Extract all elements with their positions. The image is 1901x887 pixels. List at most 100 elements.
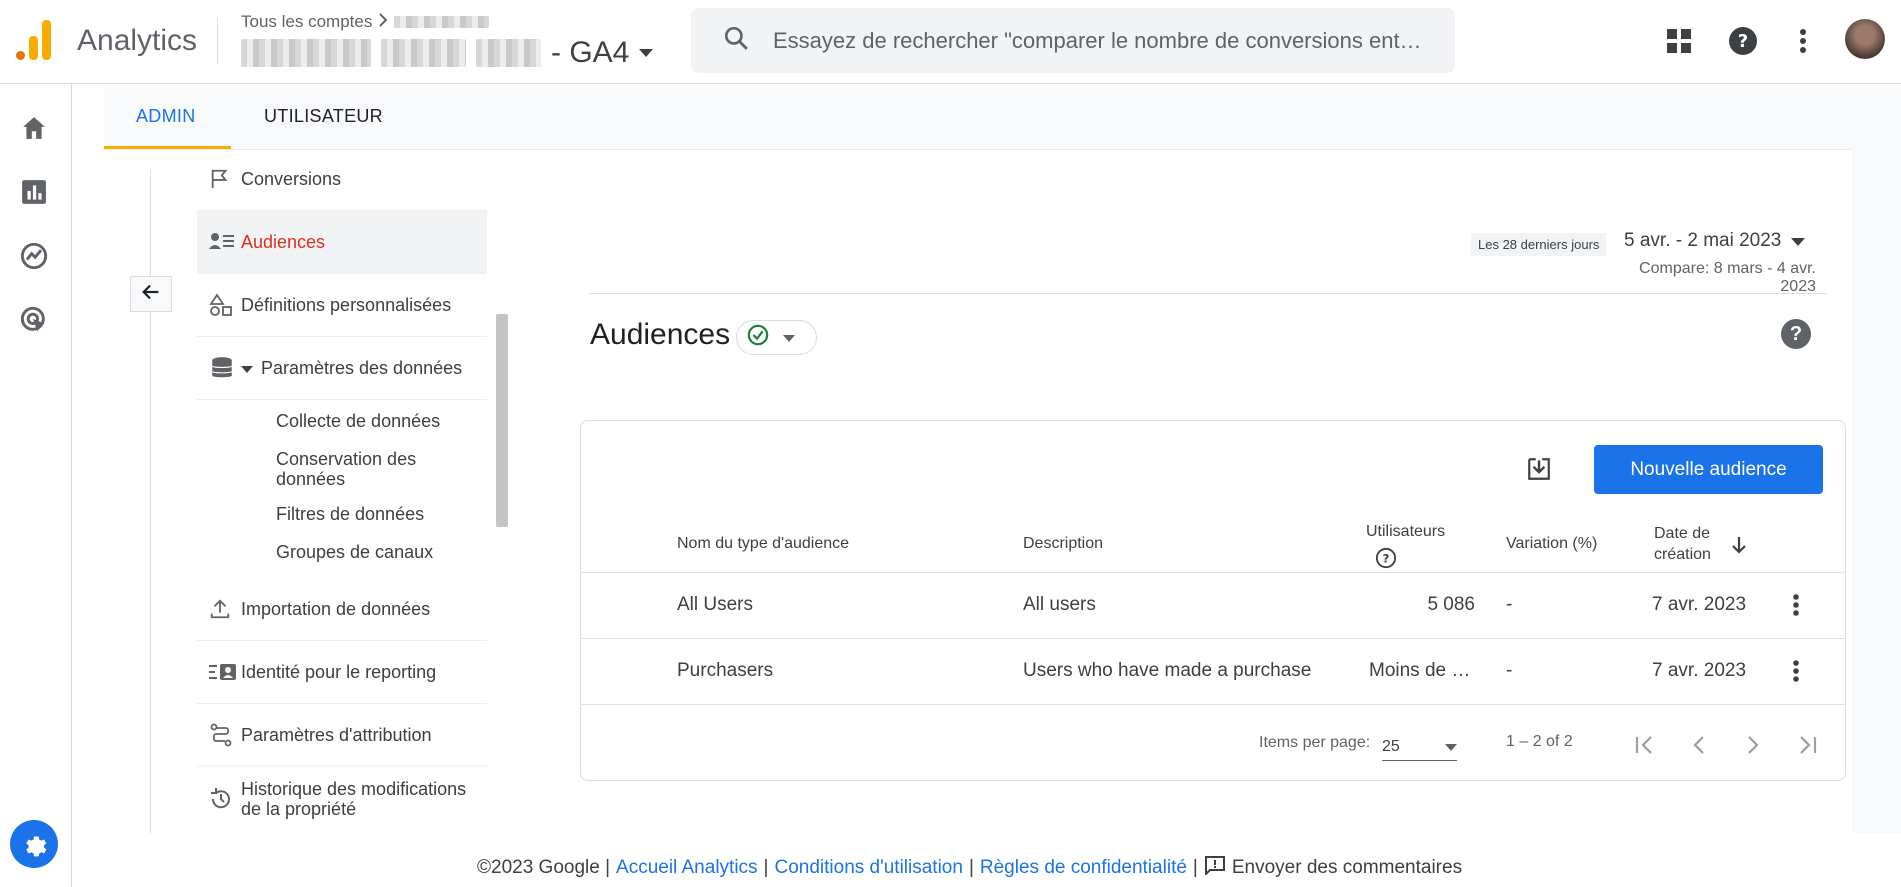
nav-item-label: Historique des modifications de la propr…	[241, 778, 467, 819]
page-title: Audiences	[590, 318, 731, 351]
page-help-icon[interactable]: ?	[1781, 319, 1811, 349]
status-dropdown[interactable]	[736, 320, 817, 355]
new-audience-button[interactable]: Nouvelle audience	[1594, 445, 1823, 494]
help-outline-icon[interactable]: ?	[1375, 547, 1445, 574]
footer-separator: |	[968, 857, 974, 878]
nav-item-data-settings[interactable]: Paramètres des données	[197, 337, 487, 400]
help-icon[interactable]: ?	[1728, 26, 1758, 56]
caret-down-icon	[241, 358, 253, 379]
search-bar[interactable]: Essayez de rechercher "comparer le nombr…	[691, 8, 1455, 73]
items-per-page-label: Items per page:	[1259, 734, 1371, 751]
nav-item-label: Conversions	[241, 168, 342, 189]
search-input[interactable]: Essayez de rechercher "comparer le nombr…	[773, 28, 1448, 54]
footer-link-terms[interactable]: Conditions d'utilisation	[774, 857, 962, 879]
top-bar: Analytics Tous les comptes - GA4 Essayez…	[0, 0, 1901, 84]
cell-users: Moins de …	[1369, 660, 1471, 681]
nav-divider	[150, 170, 151, 833]
reports-icon[interactable]	[18, 176, 50, 208]
pagination-range: 1 – 2 of 2	[1506, 733, 1573, 750]
date-preset-chip: Les 28 derniers jours	[1471, 233, 1607, 256]
property-suffix: - GA4	[551, 36, 630, 69]
nav-item-label: Définitions personnalisées	[241, 294, 452, 315]
date-range-picker[interactable]: 5 avr. - 2 mai 2023	[1624, 230, 1806, 252]
nav-item-conversions[interactable]: Conversions	[197, 148, 487, 211]
nav-subitem-data-filters[interactable]: Filtres de données	[276, 504, 476, 524]
check-circle-icon	[747, 324, 769, 351]
row-menu-icon[interactable]	[1788, 590, 1804, 620]
tab-user[interactable]: UTILISATEUR	[264, 106, 383, 127]
history-icon	[197, 787, 241, 811]
footer-copyright: ©2023 Google |	[477, 857, 611, 878]
compare-range: Compare: 8 mars - 4 avr. 2023	[1639, 260, 1816, 295]
nav-item-data-import[interactable]: Importation de données	[197, 578, 487, 641]
nav-subitem-channel-groups[interactable]: Groupes de canaux	[276, 542, 476, 562]
first-page-icon[interactable]	[1631, 731, 1659, 759]
footer-separator: |	[1192, 857, 1198, 878]
footer-link-privacy[interactable]: Règles de confidentialité	[980, 857, 1187, 879]
app-name: Analytics	[77, 24, 198, 57]
header-divider	[217, 18, 218, 64]
audience-list-icon	[197, 231, 241, 253]
next-page-icon[interactable]	[1739, 731, 1767, 759]
column-header-users-label: Utilisateurs	[1366, 523, 1446, 540]
admin-gear-icon[interactable]	[10, 820, 58, 868]
property-selector[interactable]: - GA4	[241, 36, 654, 70]
nav-item-label: Paramètres d'attribution	[241, 724, 432, 745]
analytics-logo-icon[interactable]	[16, 20, 52, 60]
items-per-page-value: 25	[1382, 737, 1400, 755]
cell-users: 5 086	[1427, 594, 1475, 615]
cell-name[interactable]: All Users	[677, 594, 753, 616]
chevron-right-icon	[378, 12, 388, 32]
last-page-icon[interactable]	[1793, 731, 1821, 759]
tab-admin[interactable]: ADMIN	[136, 106, 196, 127]
svg-text:?: ?	[1738, 31, 1748, 52]
caret-down-icon	[1445, 738, 1457, 756]
row-menu-icon[interactable]	[1788, 656, 1804, 686]
nav-item-attribution-settings[interactable]: Paramètres d'attribution	[197, 704, 487, 767]
breadcrumb[interactable]: Tous les comptes	[241, 12, 490, 32]
column-header-users[interactable]: Utilisateurs ?	[1366, 523, 1445, 574]
nav-subitem-data-collection[interactable]: Collecte de données	[276, 411, 476, 431]
cell-date: 7 avr. 2023	[1652, 660, 1747, 681]
advertising-icon[interactable]	[18, 304, 50, 336]
right-gutter	[1852, 84, 1901, 833]
cell-variation: -	[1506, 660, 1513, 681]
redacted-property-name-2	[381, 39, 466, 67]
arrow-downward-icon[interactable]	[1730, 535, 1748, 560]
footer-link-home[interactable]: Accueil Analytics	[616, 857, 758, 879]
redacted-property-name-3	[476, 39, 541, 67]
breadcrumb-all-accounts[interactable]: Tous les comptes	[241, 12, 372, 32]
cell-name[interactable]: Purchasers	[677, 660, 773, 682]
feedback-icon[interactable]	[1204, 855, 1226, 881]
row-divider	[580, 572, 1846, 573]
nav-item-reporting-identity[interactable]: Identité pour le reporting	[197, 641, 487, 704]
items-per-page-select[interactable]: 25	[1382, 733, 1457, 761]
column-header-description[interactable]: Description	[1023, 535, 1103, 553]
download-icon[interactable]	[1524, 454, 1554, 484]
home-icon[interactable]	[18, 112, 50, 144]
caret-down-icon	[1791, 230, 1806, 252]
avatar[interactable]	[1845, 19, 1885, 59]
cell-date: 7 avr. 2023	[1652, 594, 1747, 615]
redacted-account-name	[394, 16, 490, 28]
row-divider	[580, 638, 1846, 639]
nav-item-custom-definitions[interactable]: Définitions personnalisées	[197, 274, 487, 337]
row-divider	[580, 704, 1846, 705]
nav-item-change-history[interactable]: Historique des modifications de la propr…	[197, 767, 487, 830]
apps-grid-icon[interactable]	[1664, 26, 1694, 56]
route-icon	[197, 723, 241, 747]
footer-feedback[interactable]: Envoyer des commentaires	[1232, 857, 1462, 879]
nav-item-audiences[interactable]: Audiences	[197, 211, 487, 274]
explore-icon[interactable]	[18, 240, 50, 272]
more-vert-icon[interactable]	[1788, 26, 1818, 56]
redacted-property-name	[241, 39, 371, 67]
column-header-name[interactable]: Nom du type d'audience	[677, 535, 849, 553]
previous-page-icon[interactable]	[1685, 731, 1713, 759]
nav-subitem-data-retention[interactable]: Conservation des données	[276, 449, 476, 489]
column-header-variation[interactable]: Variation (%)	[1506, 535, 1597, 553]
nav-scrollbar[interactable]	[496, 314, 508, 527]
back-button[interactable]	[130, 276, 172, 312]
header-divider-line	[590, 293, 1827, 294]
cell-description: All users	[1023, 594, 1096, 615]
column-header-creation-date[interactable]: Date de création	[1654, 523, 1734, 565]
